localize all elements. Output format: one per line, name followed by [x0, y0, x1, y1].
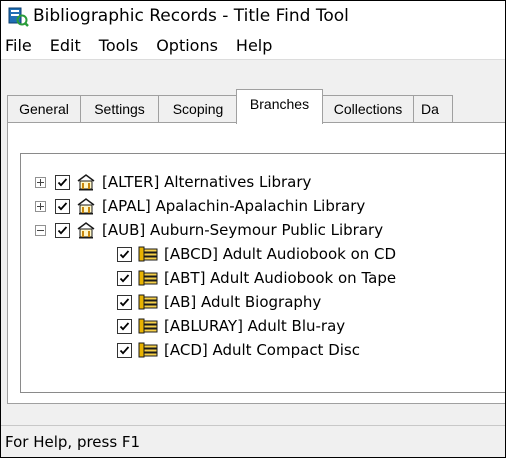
tree-node-abcd[interactable]: [ABCD] Adult Audiobook on CD — [117, 242, 396, 266]
checkmark-icon — [57, 201, 68, 211]
library-icon — [77, 198, 95, 215]
tree-node-acd[interactable]: [ACD] Adult Compact Disc — [117, 338, 360, 362]
menu-bar: File Edit Tools Options Help — [1, 31, 505, 60]
checkbox[interactable] — [117, 294, 132, 310]
node-label: [ACD] Adult Compact Disc — [164, 341, 360, 359]
collection-icon — [138, 270, 158, 286]
menu-help[interactable]: Help — [227, 36, 281, 55]
checkmark-icon — [119, 321, 130, 331]
checkbox[interactable] — [55, 222, 70, 238]
collection-icon — [138, 342, 158, 358]
tab-scoping[interactable]: Scoping — [158, 95, 238, 122]
library-icon — [77, 174, 95, 191]
collection-icon — [138, 294, 158, 310]
node-label: [AB] Adult Biography — [164, 293, 322, 311]
checkmark-icon — [119, 345, 130, 355]
status-text: For Help, press F1 — [5, 433, 141, 451]
tab-general[interactable]: General — [7, 95, 81, 122]
node-label: [AUB] Auburn-Seymour Public Library — [102, 221, 384, 239]
checkbox[interactable] — [55, 174, 70, 190]
tab-settings[interactable]: Settings — [80, 95, 159, 122]
tree-node-abt[interactable]: [ABT] Adult Audiobook on Tape — [117, 266, 396, 290]
checkmark-icon — [57, 225, 68, 235]
collapse-icon[interactable] — [35, 224, 46, 236]
status-bar: For Help, press F1 — [1, 425, 505, 457]
tree-node-apal[interactable]: [APAL] Apalachin-Apalachin Library — [35, 194, 365, 218]
checkmark-icon — [57, 177, 68, 187]
checkbox[interactable] — [117, 318, 132, 334]
tab-strip: General Settings Scoping Branches Collec… — [7, 89, 505, 124]
branches-panel: [ALTER] Alternatives Library [APAL] Apal… — [7, 122, 505, 404]
tab-da[interactable]: Da — [413, 95, 453, 122]
checkbox[interactable] — [117, 270, 132, 286]
library-icon — [77, 222, 95, 239]
tab-collections[interactable]: Collections — [322, 95, 414, 122]
node-label: [ABT] Adult Audiobook on Tape — [164, 269, 397, 287]
branches-tree[interactable]: [ALTER] Alternatives Library [APAL] Apal… — [20, 153, 505, 393]
app-icon — [8, 7, 29, 27]
tree-node-ab[interactable]: [AB] Adult Biography — [117, 290, 321, 314]
tree-node-aub[interactable]: [AUB] Auburn-Seymour Public Library — [35, 218, 383, 242]
expand-icon[interactable] — [35, 176, 46, 188]
checkbox[interactable] — [55, 198, 70, 214]
window-title: Bibliographic Records - Title Find Tool — [33, 6, 349, 26]
checkmark-icon — [119, 273, 130, 283]
menu-tools[interactable]: Tools — [90, 36, 147, 55]
tab-branches[interactable]: Branches — [236, 89, 323, 124]
tree-node-alter[interactable]: [ALTER] Alternatives Library — [35, 170, 311, 194]
node-label: [ALTER] Alternatives Library — [102, 173, 312, 191]
node-label: [APAL] Apalachin-Apalachin Library — [102, 197, 366, 215]
menu-edit[interactable]: Edit — [41, 36, 90, 55]
expand-icon[interactable] — [35, 200, 46, 212]
tree-node-abluray[interactable]: [ABLURAY] Adult Blu-ray — [117, 314, 345, 338]
tab-control: General Settings Scoping Branches Collec… — [7, 89, 505, 407]
checkbox[interactable] — [117, 246, 132, 262]
checkmark-icon — [119, 297, 130, 307]
menu-file[interactable]: File — [1, 36, 41, 55]
title-bar: Bibliographic Records - Title Find Tool — [1, 1, 505, 31]
checkmark-icon — [119, 249, 130, 259]
node-label: [ABCD] Adult Audiobook on CD — [164, 245, 397, 263]
collection-icon — [138, 318, 158, 334]
menu-options[interactable]: Options — [147, 36, 227, 55]
app-window: Bibliographic Records - Title Find Tool … — [0, 0, 506, 458]
node-label: [ABLURAY] Adult Blu-ray — [164, 317, 346, 335]
checkbox[interactable] — [117, 342, 132, 358]
collection-icon — [138, 246, 158, 262]
